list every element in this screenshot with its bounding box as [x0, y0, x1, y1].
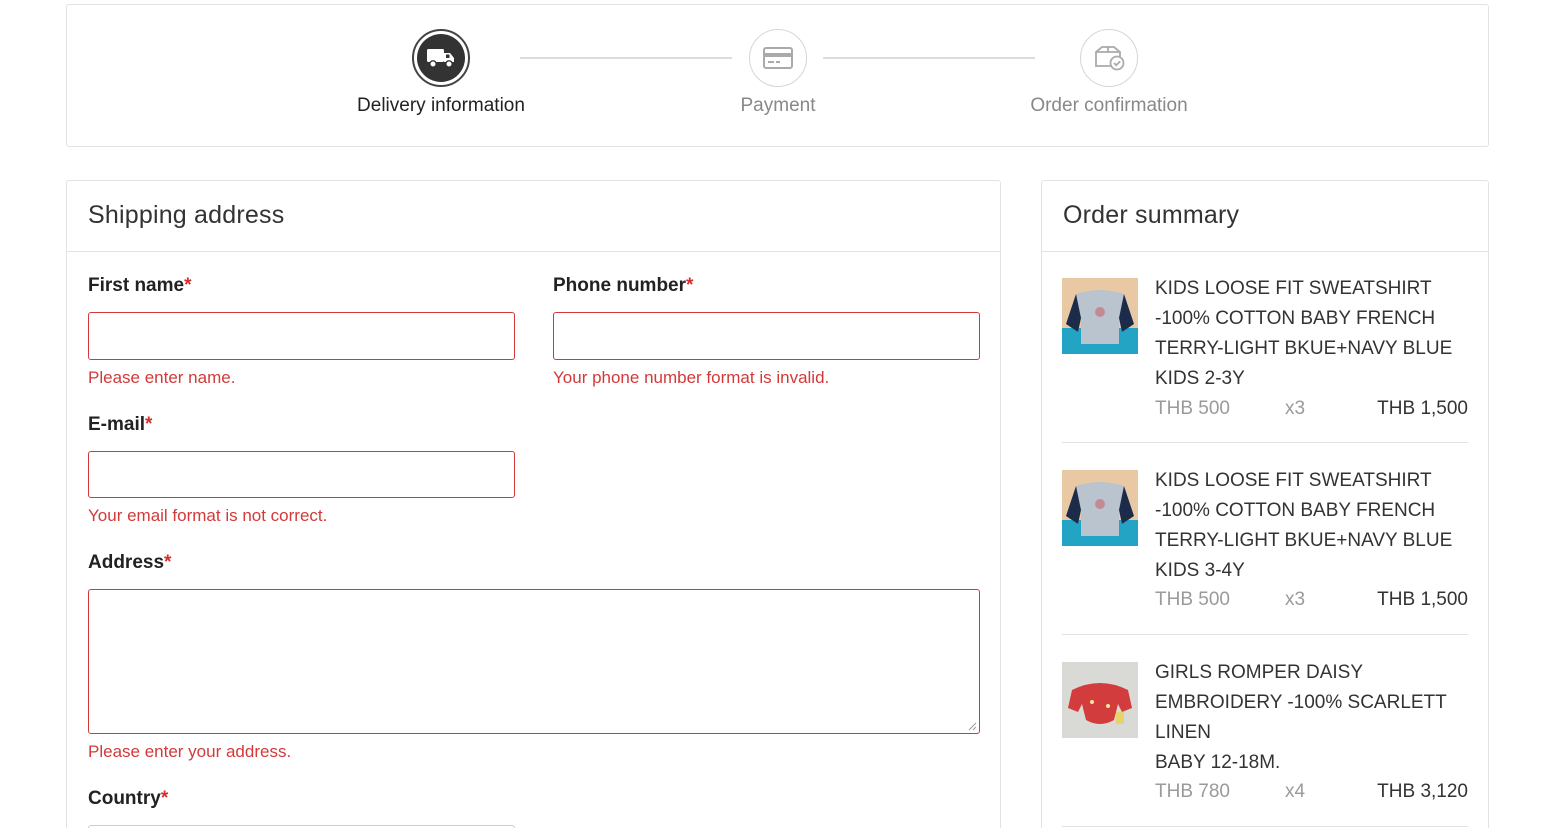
country-label: Country*: [88, 788, 169, 809]
box-check-icon: [1095, 46, 1125, 71]
required-mark: *: [184, 275, 192, 296]
email-input[interactable]: [88, 451, 515, 498]
step-label: Payment: [740, 95, 816, 116]
step-order-confirmation[interactable]: Order confirmation: [989, 29, 1229, 117]
email-label: E-mail*: [88, 414, 153, 435]
step-circle: [749, 29, 807, 87]
first-name-label: First name*: [88, 275, 192, 296]
step-label: Order confirmation: [1030, 95, 1188, 116]
item-total: THB 1,500: [1377, 589, 1468, 610]
panel-title: Shipping address: [67, 181, 1000, 252]
item-variant: KIDS 2-3Y: [1155, 368, 1245, 389]
order-item: KIDS LOOSE FIT SWEATSHIRT -100% COTTON B…: [1062, 470, 1468, 620]
item-price-row: THB 500 x3 THB 1,500: [1155, 585, 1468, 615]
item-divider: [1062, 442, 1468, 443]
checkout-stepper: Delivery information Payment Order confi…: [66, 4, 1489, 147]
item-unit-price: THB 780: [1155, 781, 1230, 802]
first-name-error: Please enter name.: [88, 368, 236, 387]
credit-card-icon: [763, 47, 793, 69]
address-label: Address*: [88, 552, 172, 573]
romper-thumbnail: [1062, 662, 1138, 738]
order-item: GIRLS ROMPER DAISY EMBROIDERY -100% SCAR…: [1062, 662, 1468, 812]
item-price-row: THB 780 x4 THB 3,120: [1155, 777, 1468, 807]
sweatshirt-thumbnail: [1062, 470, 1138, 546]
address-textarea[interactable]: [88, 589, 980, 734]
order-item: KIDS LOOSE FIT SWEATSHIRT -100% COTTON B…: [1062, 278, 1468, 428]
item-price-row: THB 500 x3 THB 1,500: [1155, 394, 1468, 424]
phone-number-error: Your phone number format is invalid.: [553, 368, 830, 387]
resize-handle-icon[interactable]: [967, 721, 977, 731]
item-description: GIRLS ROMPER DAISY EMBROIDERY -100% SCAR…: [1155, 658, 1468, 778]
item-divider: [1062, 826, 1468, 827]
item-name: KIDS LOOSE FIT SWEATSHIRT -100% COTTON B…: [1155, 278, 1453, 359]
item-variant: BABY 12-18M.: [1155, 752, 1281, 773]
required-mark: *: [145, 414, 153, 435]
item-quantity: x3: [1285, 398, 1306, 419]
item-unit-price: THB 500: [1155, 398, 1230, 419]
required-mark: *: [686, 275, 694, 296]
panel-title: Order summary: [1042, 181, 1488, 252]
step-delivery-information[interactable]: Delivery information: [321, 29, 561, 117]
step-circle: [412, 29, 470, 87]
item-quantity: x4: [1285, 781, 1306, 802]
item-quantity: x3: [1285, 589, 1306, 610]
item-variant: KIDS 3-4Y: [1155, 560, 1245, 581]
first-name-input[interactable]: [88, 312, 515, 360]
item-divider: [1062, 634, 1468, 635]
email-error: Your email format is not correct.: [88, 506, 328, 525]
item-description: KIDS LOOSE FIT SWEATSHIRT -100% COTTON B…: [1155, 466, 1468, 586]
step-payment[interactable]: Payment: [658, 29, 898, 117]
order-summary-panel: Order summary KIDS LOOSE FIT SWEATSHIRT …: [1041, 180, 1489, 828]
step-label: Delivery information: [357, 95, 525, 116]
item-total: THB 3,120: [1377, 781, 1468, 802]
phone-number-label: Phone number*: [553, 275, 694, 296]
item-name: GIRLS ROMPER DAISY EMBROIDERY -100% SCAR…: [1155, 662, 1447, 743]
sweatshirt-thumbnail: [1062, 278, 1138, 354]
phone-number-input[interactable]: [553, 312, 980, 360]
item-unit-price: THB 500: [1155, 589, 1230, 610]
shipping-address-panel: Shipping address First name* Please ente…: [66, 180, 1001, 828]
step-circle: [1080, 29, 1138, 87]
item-name: KIDS LOOSE FIT SWEATSHIRT -100% COTTON B…: [1155, 470, 1453, 551]
truck-icon: [427, 49, 454, 68]
item-description: KIDS LOOSE FIT SWEATSHIRT -100% COTTON B…: [1155, 274, 1468, 394]
required-mark: *: [164, 552, 172, 573]
required-mark: *: [160, 788, 169, 809]
address-error: Please enter your address.: [88, 742, 292, 761]
item-total: THB 1,500: [1377, 398, 1468, 419]
